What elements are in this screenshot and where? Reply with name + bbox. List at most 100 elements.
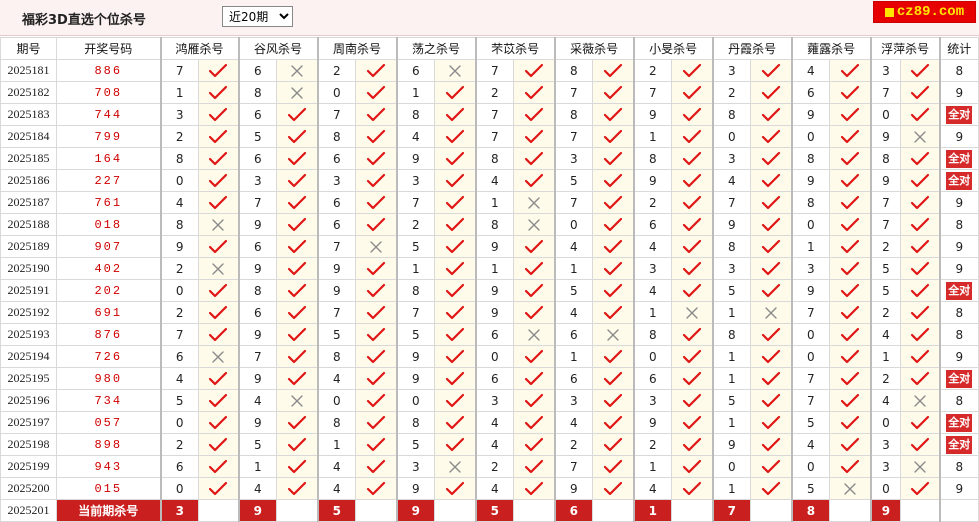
kill-number-cell: 0 [159,477,199,500]
check-icon [750,59,793,82]
kill-number-cell: 9 [632,169,673,192]
kill-number-cell: 7 [474,59,515,82]
check-icon [592,81,635,104]
kill-number-cell: 4 [395,125,436,148]
kill-number-cell: 4 [553,301,594,324]
check-icon [592,411,635,434]
column-header-expert: 小旻杀号 [632,37,714,60]
period-cell: 2025183 [0,103,57,126]
count-cell: 全对 [938,147,979,170]
kill-number-cell: 7 [553,125,594,148]
kill-number-cell: 0 [159,279,199,302]
kill-number-cell: 3 [711,59,752,82]
check-icon [434,169,477,192]
check-icon [829,389,872,412]
period-cell: 2025185 [0,147,57,170]
check-icon [900,279,941,302]
column-header-expert: 芣苡杀号 [474,37,556,60]
count-cell: 全对 [938,103,979,126]
check-icon [434,213,477,236]
check-icon [829,125,872,148]
kill-number-cell: 9 [395,345,436,368]
check-icon [829,81,872,104]
kill-number-cell: 6 [237,301,278,324]
kill-number-cell: 8 [711,103,752,126]
kill-number-cell: 4 [553,411,594,434]
draw-number-cell: 402 [56,257,161,280]
check-icon [750,367,793,390]
kill-number-cell: 8 [632,147,673,170]
check-icon [592,257,635,280]
period-cell: 2025187 [0,191,57,214]
check-icon [592,235,635,258]
kill-number-cell: 8 [474,213,515,236]
check-icon [671,477,714,500]
kill-number-cell: 7 [316,235,357,258]
check-icon [592,345,635,368]
table-row: 2025188 018 8 9 6 2 8 0 6 9 0 7 8 [0,213,979,236]
check-icon [434,323,477,346]
check-icon [671,345,714,368]
check-icon [355,279,398,302]
count-cell: 全对 [938,433,979,456]
current-empty-cell [434,499,477,522]
check-icon [829,103,872,126]
kill-number-cell: 9 [632,103,673,126]
cross-icon [829,477,872,500]
column-header-count: 统计 [938,37,979,60]
check-icon [671,433,714,456]
draw-number-cell: 799 [56,125,161,148]
kill-number-cell: 9 [395,147,436,170]
kill-number-cell: 2 [632,59,673,82]
kill-number-cell: 9 [553,477,594,500]
kill-number-cell: 6 [316,213,357,236]
kill-number-cell: 0 [711,125,752,148]
column-header-expert: 荡之杀号 [395,37,477,60]
check-icon [276,103,319,126]
current-empty-cell [355,499,398,522]
current-kill-number: 5 [316,499,357,522]
check-icon [434,235,477,258]
table-row: 2025198 898 2 5 1 5 4 2 2 9 4 3 全对 [0,433,979,456]
check-icon [592,367,635,390]
cross-icon [513,191,556,214]
current-kill-number: 9 [395,499,436,522]
check-icon [434,411,477,434]
kill-number-cell: 2 [316,59,357,82]
kill-number-cell: 1 [553,345,594,368]
period-range-select[interactable]: 近20期 [222,6,293,27]
check-icon [900,411,941,434]
all-right-badge: 全对 [946,171,973,190]
count-cell: 8 [938,301,979,324]
kill-number-cell: 4 [316,367,357,390]
check-icon [513,81,556,104]
kill-number-cell: 9 [711,433,752,456]
cross-icon [513,323,556,346]
kill-number-cell: 3 [237,169,278,192]
current-empty-cell [513,499,556,522]
table-row: 2025193 876 7 9 5 5 6 6 8 8 0 4 8 [0,323,979,346]
kill-number-cell: 1 [632,301,673,324]
kill-number-cell: 9 [790,103,831,126]
kill-number-cell: 6 [553,323,594,346]
kill-number-cell: 0 [159,411,199,434]
check-icon [276,301,319,324]
kill-number-cell: 7 [474,103,515,126]
check-icon [197,59,240,82]
all-right-badge: 全对 [946,369,973,388]
kill-number-cell: 6 [474,367,515,390]
kill-number-cell: 3 [632,257,673,280]
draw-number-cell: 876 [56,323,161,346]
kill-number-cell: 1 [395,81,436,104]
kill-number-cell: 5 [395,323,436,346]
check-icon [513,345,556,368]
kill-number-cell: 9 [237,257,278,280]
kill-number-cell: 8 [711,323,752,346]
check-icon [750,191,793,214]
kill-number-cell: 0 [474,345,515,368]
brand-logo[interactable]: cz89.com [873,1,976,23]
check-icon [276,125,319,148]
kill-number-cell: 0 [790,323,831,346]
draw-number-cell: 708 [56,81,161,104]
cross-icon [434,455,477,478]
